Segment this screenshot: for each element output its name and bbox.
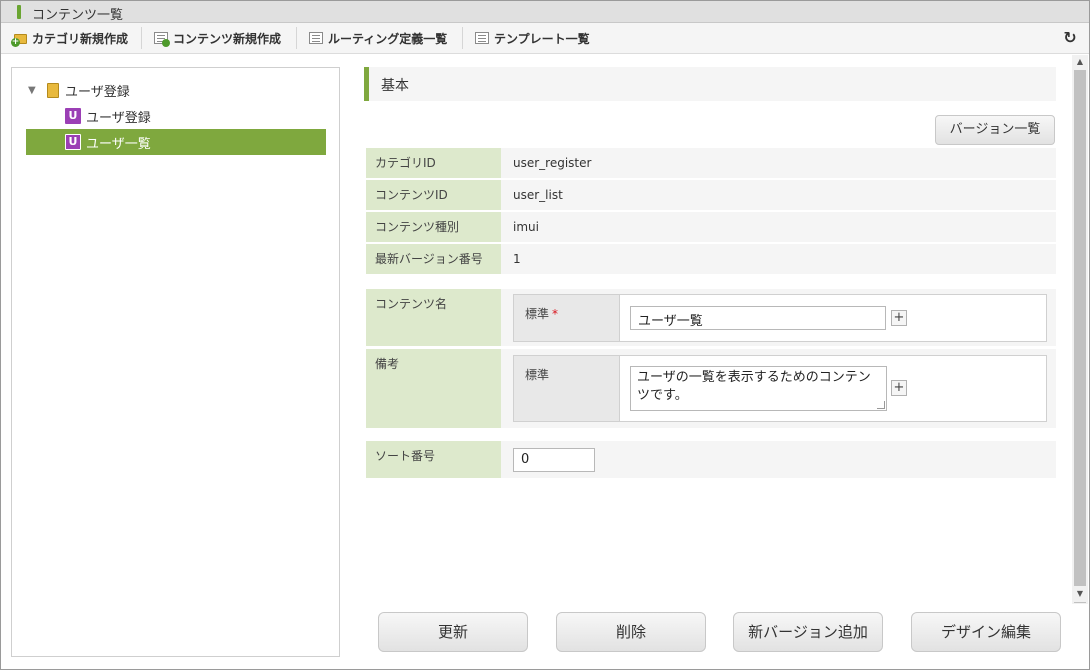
note-row: 備考 標準 ユーザの一覧を表示するためのコンテンツです。 + [366,349,1056,428]
version-list-button[interactable]: バージョン一覧 [935,115,1055,145]
section-title: 基本 [381,78,409,94]
template-list-button[interactable]: テンプレート一覧 [474,23,590,53]
note-lang-box: 標準 ユーザの一覧を表示するためのコンテンツです。 + [513,355,1047,422]
info-value: imui [513,220,539,234]
routing-list-button[interactable]: ルーティング定義一覧 [308,23,447,53]
delete-button[interactable]: 削除 [556,612,706,652]
toolbar: カテゴリ新規作成 コンテンツ新規作成 ルーティング定義一覧 テンプレート一覧 ↻ [1,23,1089,54]
required-mark: * [552,307,559,321]
info-label: 最新バージョン番号 [366,244,501,274]
content-u-icon: U [65,134,81,150]
lang-label-text: 標準 [525,368,550,382]
note-textarea[interactable]: ユーザの一覧を表示するためのコンテンツです。 [630,366,887,411]
scrollbar-thumb[interactable] [1074,70,1086,603]
add-language-button[interactable]: + [891,380,907,396]
info-row-category-id: カテゴリID user_register [366,148,1056,178]
tree-item-user-register[interactable]: U ユーザ登録 [26,103,326,129]
info-row-latest-version: 最新バージョン番号 1 [366,244,1056,274]
new-content-button[interactable]: コンテンツ新規作成 [153,23,281,53]
sort-number-label: ソート番号 [366,441,501,478]
section-header: 基本 [364,67,1056,101]
new-content-label: コンテンツ新規作成 [173,31,282,46]
note-text: ユーザの一覧を表示するためのコンテンツです。 [637,370,871,403]
edit-design-button[interactable]: デザイン編集 [911,612,1061,652]
new-category-icon [11,30,28,47]
folder-icon [47,82,59,98]
info-row-content-id: コンテンツID user_list [366,180,1056,210]
sort-number-input[interactable]: 0 [513,448,595,472]
info-row-content-type: コンテンツ種別 imui [366,212,1056,242]
info-value: user_register [513,156,592,170]
resize-grip-icon[interactable] [877,401,885,409]
info-value: user_list [513,188,563,202]
vertical-scrollbar[interactable]: ▲ [1072,55,1088,604]
note-label: 備考 [366,349,501,428]
content-name-input[interactable]: ユーザ一覧 [630,306,886,330]
scroll-down-arrow-icon[interactable]: ▼ [1072,586,1088,602]
info-label: コンテンツ種別 [366,212,501,242]
content-name-lang-box: 標準 * ユーザ一覧 + [513,294,1047,342]
new-content-icon [153,30,170,47]
tree-item-label: ユーザ一覧 [86,136,151,152]
new-category-label: カテゴリ新規作成 [32,31,129,46]
toolbar-divider [141,27,142,49]
tree-folder-user-register[interactable]: ▼ ユーザ登録 [28,77,328,103]
list-icon [474,30,490,46]
info-label: コンテンツID [366,180,501,210]
window-title: コンテンツ一覧 [32,8,124,23]
routing-list-label: ルーティング定義一覧 [328,31,448,46]
add-language-button[interactable]: + [891,310,907,326]
lang-label-standard: 標準 * [514,295,620,341]
tree-item-user-list[interactable]: U ユーザ一覧 [26,129,326,155]
update-button[interactable]: 更新 [378,612,528,652]
toolbar-divider [462,27,463,49]
info-label: カテゴリID [366,148,501,178]
toolbar-divider [296,27,297,49]
content-name-label: コンテンツ名 [366,289,501,346]
lang-label-text: 標準 [525,307,550,321]
content-u-icon: U [65,108,81,124]
category-tree: ▼ ユーザ登録 U ユーザ登録 U ユーザ一覧 [11,67,340,657]
title-bar: コンテンツ一覧 [1,1,1089,23]
title-marker-icon [17,5,21,19]
new-category-button[interactable]: カテゴリ新規作成 [11,23,129,53]
info-value: 1 [513,252,521,266]
expand-triangle-icon[interactable]: ▼ [28,85,38,96]
lang-label-standard: 標準 [514,356,620,421]
scroll-up-arrow-icon[interactable]: ▲ [1072,55,1088,69]
tree-folder-label: ユーザ登録 [65,84,130,100]
list-icon [308,30,324,46]
template-list-label: テンプレート一覧 [494,31,590,46]
refresh-icon[interactable]: ↻ [1061,28,1079,48]
sort-number-row: ソート番号 0 [366,441,1056,478]
tree-item-label: ユーザ登録 [86,110,151,126]
content-name-row: コンテンツ名 標準 * ユーザ一覧 + [366,289,1056,346]
add-version-button[interactable]: 新バージョン追加 [733,612,883,652]
